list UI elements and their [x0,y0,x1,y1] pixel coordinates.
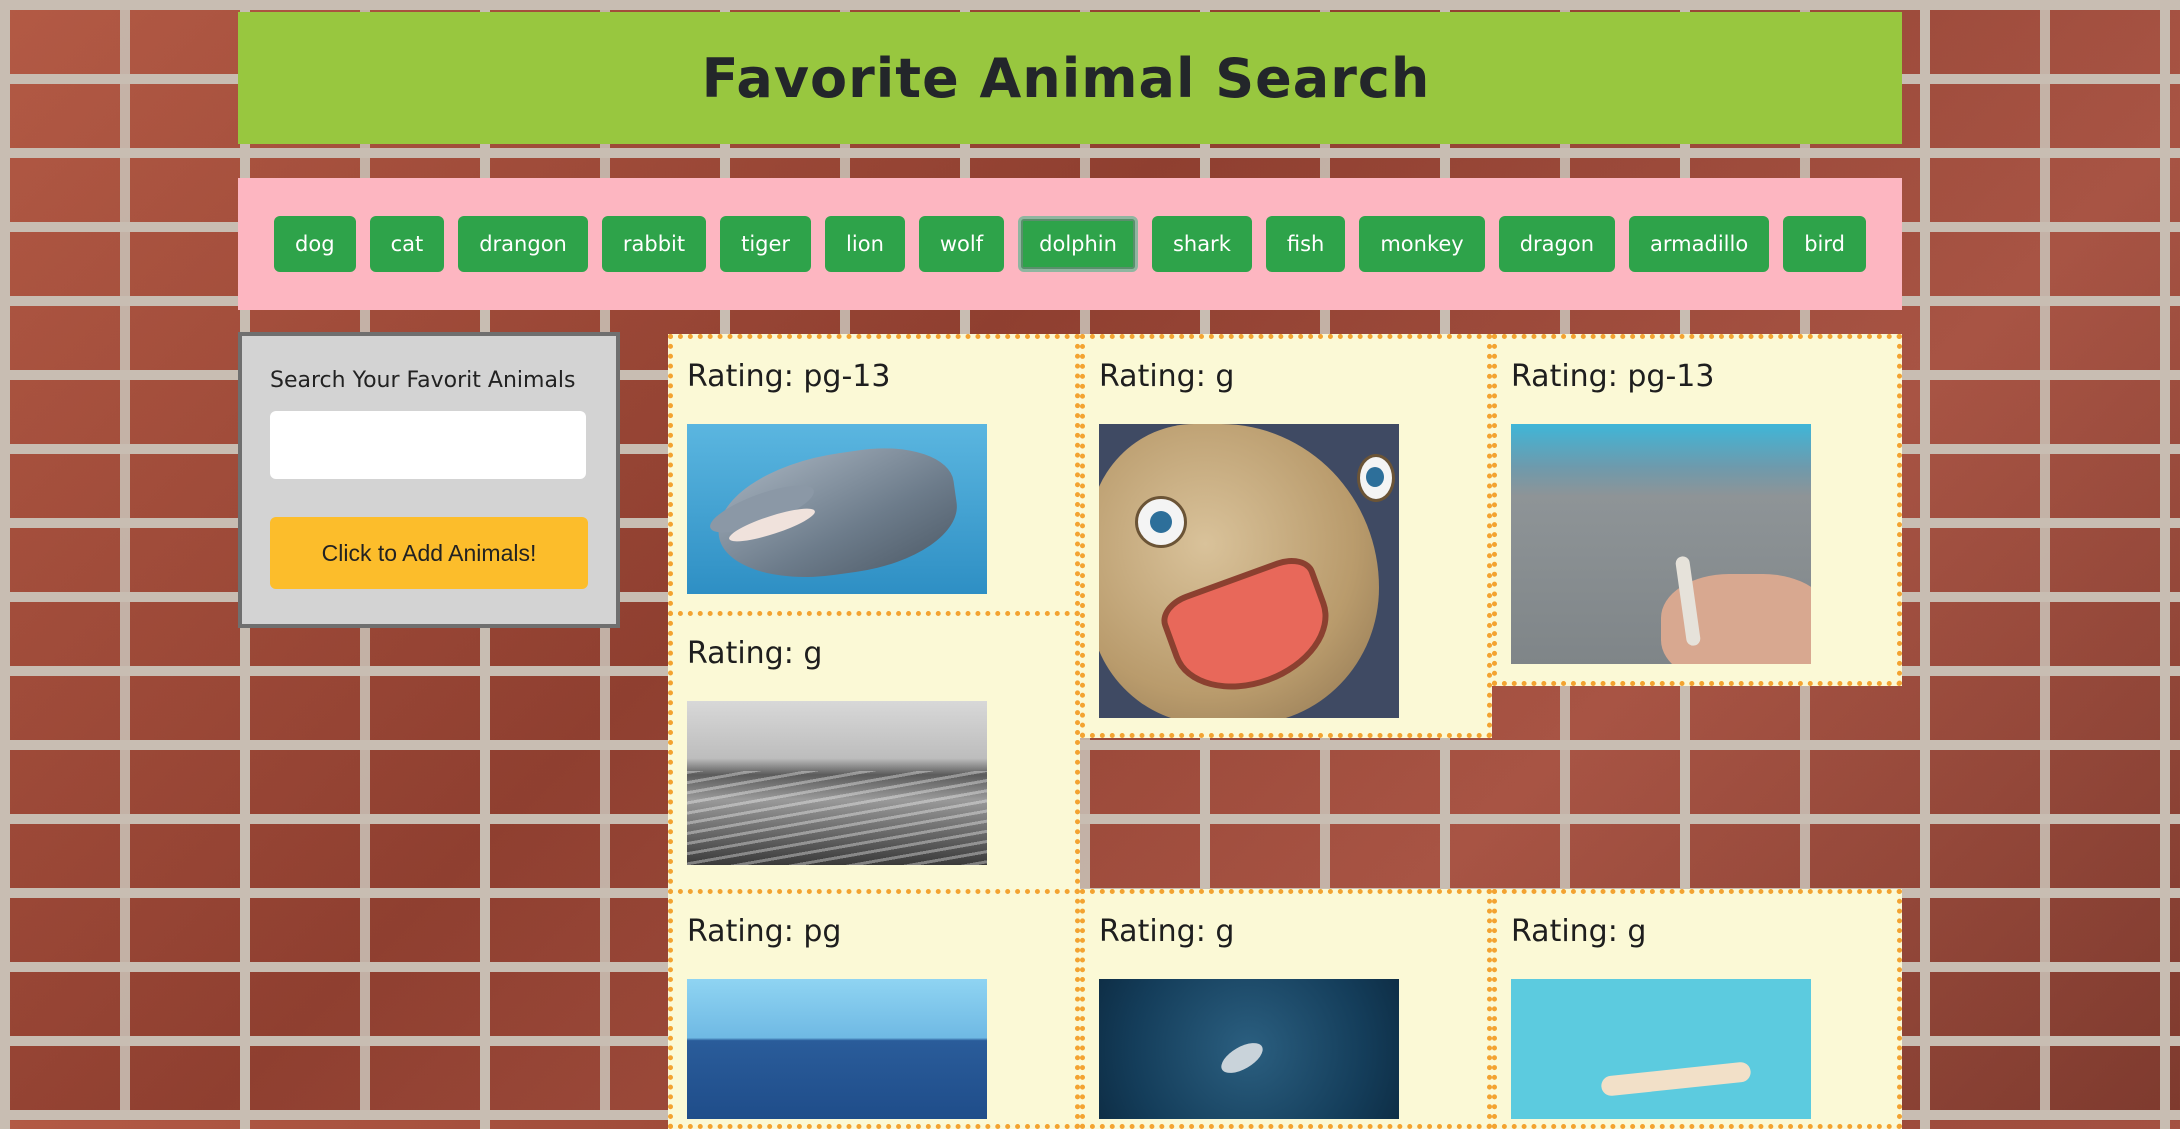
gif-image[interactable] [687,701,987,865]
gif-rating: Rating: pg-13 [687,359,891,394]
animal-button-dragon[interactable]: dragon [1498,216,1616,272]
gif-card: Rating: g [1080,334,1492,738]
search-label: Search Your Favorit Animals [270,368,576,393]
add-animal-form: Search Your Favorit Animals Click to Add… [238,332,620,628]
gif-card: Rating: pg [668,889,1080,1129]
animal-button-lion[interactable]: lion [825,216,905,272]
animal-button-shark[interactable]: shark [1151,216,1252,272]
gif-image[interactable] [1099,979,1399,1119]
gif-card: Rating: g [1080,889,1492,1129]
gif-rating: Rating: g [1099,359,1235,394]
animal-button-bird[interactable]: bird [1783,216,1866,272]
gif-rating: Rating: pg-13 [1511,359,1715,394]
page-header: Favorite Animal Search [238,12,1902,144]
gif-card: Rating: g [668,611,1080,894]
gif-card: Rating: pg-13 [1492,334,1902,686]
animal-button-armadillo[interactable]: armadillo [1629,216,1770,272]
animal-input[interactable] [270,411,586,479]
gif-rating: Rating: g [1511,914,1647,949]
add-animal-button[interactable]: Click to Add Animals! [270,517,588,589]
gif-rating: Rating: pg [687,914,842,949]
gif-image[interactable] [1511,979,1811,1119]
gif-rating: Rating: g [1099,914,1235,949]
gif-rating: Rating: g [687,636,823,671]
animal-button-dog[interactable]: dog [274,216,356,272]
animal-button-dolphin[interactable]: dolphin [1018,216,1138,272]
animal-button-fish[interactable]: fish [1265,216,1346,272]
gif-image[interactable] [687,424,987,594]
animal-button-bar: dog cat drangon rabbit tiger lion wolf d… [238,178,1902,310]
gif-image[interactable] [1099,424,1399,718]
gif-card: Rating: pg-13 [668,334,1080,616]
gif-results: Rating: pg-13 Rating: g Rating: pg Ratin… [668,334,1902,1129]
gif-image[interactable] [1511,424,1811,664]
animal-button-rabbit[interactable]: rabbit [601,216,707,272]
animal-button-cat[interactable]: cat [369,216,445,272]
page-title: Favorite Animal Search [701,46,1431,110]
gif-card: Rating: g [1492,889,1902,1129]
animal-button-tiger[interactable]: tiger [720,216,812,272]
animal-button-monkey[interactable]: monkey [1359,216,1485,272]
animal-button-drangon[interactable]: drangon [458,216,588,272]
gif-image[interactable] [687,979,987,1119]
animal-button-wolf[interactable]: wolf [918,216,1005,272]
